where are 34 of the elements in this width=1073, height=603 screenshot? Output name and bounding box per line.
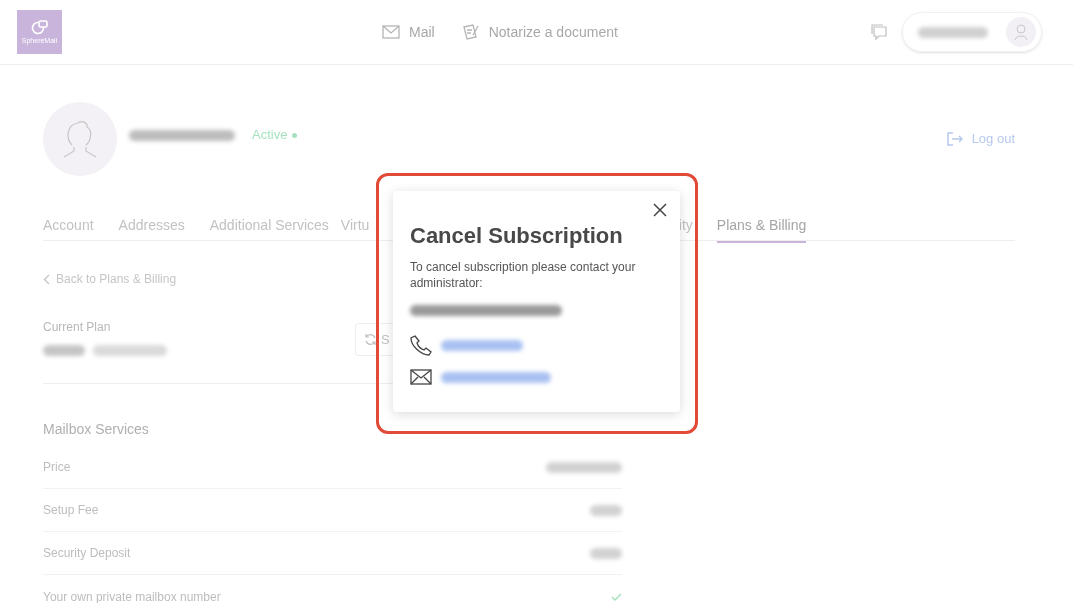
tab[interactable]: Addresses: [118, 215, 185, 243]
row-label: Security Deposit: [43, 545, 131, 562]
tab[interactable]: Virtu: [340, 215, 370, 243]
refresh-icon: [364, 333, 377, 346]
tab[interactable]: Additional Services: [209, 215, 329, 243]
status-label: Active: [252, 126, 288, 145]
section-title: Mailbox Services: [43, 420, 150, 439]
nav-link[interactable]: Mail: [382, 21, 435, 43]
logout-icon: [946, 132, 963, 146]
modal-message: To cancel subscription please contact your administrator:: [410, 259, 637, 291]
row-label: Your own private mailbox number: [43, 588, 221, 603]
plan-label: Current Plan: [43, 319, 112, 336]
tab[interactable]: Account: [43, 215, 94, 243]
blurred-text-drawing: [918, 26, 988, 38]
close-icon[interactable]: [653, 203, 667, 217]
document-pen-icon: [461, 23, 480, 41]
envelope-icon: [410, 369, 432, 385]
blurred-text-drawing: [43, 345, 85, 356]
tab[interactable]: Plans & Billing: [716, 215, 807, 243]
chevron-left-icon: [43, 273, 50, 285]
phone-icon: [410, 334, 432, 356]
check-icon: [611, 592, 622, 601]
envelope-icon: [382, 25, 400, 39]
chat-icon[interactable]: [870, 23, 888, 41]
blurred-text-drawing: [590, 504, 622, 516]
blurred-text-drawing: [590, 547, 622, 559]
avatar-icon: [1006, 17, 1036, 47]
logout-link[interactable]: Log out: [946, 129, 1015, 149]
row-label: Price: [43, 459, 71, 476]
row-label: Setup Fee: [43, 502, 99, 519]
tab[interactable]: ity: [678, 215, 693, 243]
nav-link[interactable]: Notarize a document: [461, 21, 618, 43]
modal-title: Cancel Subscription: [410, 222, 624, 250]
back-link[interactable]: Back to Plans & Billing: [43, 270, 177, 288]
